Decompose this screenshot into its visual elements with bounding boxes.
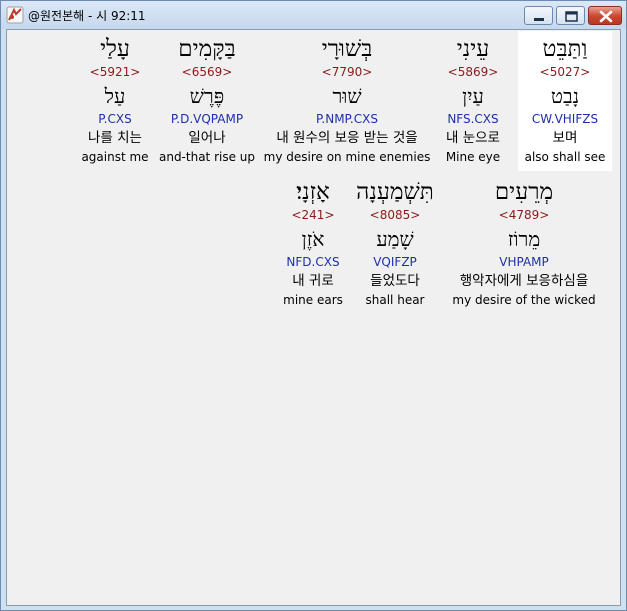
strong-number[interactable]: <7790>	[262, 65, 432, 79]
lemma-word: עַל	[104, 84, 126, 108]
hebrew-word: בְּשׁוּרָי	[321, 36, 373, 62]
maximize-button[interactable]	[556, 6, 585, 25]
lemma-word: נָבַט	[550, 84, 580, 108]
hebrew-word: תִּשְׁמַעְנָה	[356, 179, 434, 205]
word-column[interactable]: אָזְנָי׃ <241> אֹזֶן NFD.CXS 내 귀로 mine e…	[278, 173, 348, 313]
word-column[interactable]: עָלַי <5921> עַל P.CXS 나를 치는 against me	[79, 30, 151, 170]
word-column[interactable]: מְרֵעִים <4789> מֵרוֹז VHPAMP 행악자에게 보응하심…	[444, 173, 604, 313]
interlinear-view[interactable]: וַתַּבֵּט <5027> נָבַט CW.VHIFZS 보며 also…	[6, 29, 621, 606]
word-column[interactable]: עֵינִי <5869> עַיִן NFS.CXS 내 눈으로 Mine e…	[431, 30, 515, 170]
morphology-code[interactable]: P.NMP.CXS	[262, 112, 432, 126]
korean-gloss: 내 눈으로	[446, 130, 500, 146]
morphology-code[interactable]: NFD.CXS	[278, 255, 348, 269]
korean-gloss: 보며	[552, 130, 578, 146]
word-column[interactable]: בְּשׁוּרָי <7790> שׁוּר P.NMP.CXS 내 원수의 …	[262, 30, 432, 170]
app-icon	[6, 6, 24, 24]
english-gloss: against me	[81, 150, 149, 164]
strong-number[interactable]: <4789>	[444, 208, 604, 222]
korean-gloss: 행악자에게 보응하심을	[459, 273, 589, 289]
close-button[interactable]	[588, 6, 622, 25]
lemma-word: עַיִן	[462, 84, 484, 108]
morphology-code[interactable]: VHPAMP	[444, 255, 604, 269]
english-gloss: shall hear	[365, 293, 425, 307]
strong-number[interactable]: <5921>	[79, 65, 151, 79]
hebrew-word: וַתַּבֵּט	[542, 36, 588, 62]
english-gloss: mine ears	[283, 293, 343, 307]
app-window: @원전본해 - 시 92:11 וַתַּבֵּט <5027> נָבַט C…	[0, 0, 627, 611]
lemma-word: פֶּרֶשׁ	[189, 84, 225, 108]
strong-number[interactable]: <5869>	[431, 65, 515, 79]
korean-gloss: 내 원수의 보응 받는 것을	[276, 130, 418, 146]
english-gloss: and-that rise up	[158, 150, 256, 164]
english-gloss: Mine eye	[445, 150, 501, 164]
hebrew-word: בַּקָּמִים	[178, 36, 236, 62]
morphology-code[interactable]: VQIFZP	[350, 255, 440, 269]
morphology-code[interactable]: P.CXS	[79, 112, 151, 126]
english-gloss: my desire of the wicked	[452, 293, 596, 307]
word-column[interactable]: תִּשְׁמַעְנָה <8085> שָׁמַע VQIFZP 들었도다 …	[350, 173, 440, 313]
english-gloss: also shall see	[524, 150, 606, 164]
strong-number[interactable]: <8085>	[350, 208, 440, 222]
korean-gloss: 들었도다	[370, 273, 420, 289]
lemma-word: שָׁמַע	[376, 227, 414, 251]
lemma-word: שׁוּר	[332, 84, 362, 108]
hebrew-word: אָזְנָי׃	[296, 179, 330, 205]
window-title: @원전본해 - 시 92:11	[28, 9, 146, 23]
word-column[interactable]: וַתַּבֵּט <5027> נָבַט CW.VHIFZS 보며 also…	[518, 30, 612, 170]
hebrew-word: מְרֵעִים	[494, 179, 554, 205]
lemma-word: מֵרוֹז	[507, 227, 541, 251]
english-gloss: my desire on mine enemies	[263, 150, 431, 164]
hebrew-word: עֵינִי	[456, 36, 490, 62]
korean-gloss: 내 귀로	[292, 273, 334, 289]
title-bar[interactable]: @원전본해 - 시 92:11	[1, 1, 626, 29]
lemma-word: אֹזֶן	[301, 227, 325, 251]
strong-number[interactable]: <241>	[278, 208, 348, 222]
hebrew-word: עָלַי	[100, 36, 130, 62]
restore-icon	[565, 11, 578, 22]
morphology-code[interactable]: CW.VHIFZS	[518, 112, 612, 126]
minimize-button[interactable]	[524, 6, 553, 25]
morphology-code[interactable]: P.D.VQPAMP	[157, 112, 257, 126]
morphology-code[interactable]: NFS.CXS	[431, 112, 515, 126]
minimize-icon	[534, 18, 544, 21]
korean-gloss: 나를 치는	[88, 130, 142, 146]
close-icon	[599, 10, 613, 23]
strong-number[interactable]: <6569>	[157, 65, 257, 79]
korean-gloss: 일어나	[188, 130, 226, 146]
word-column[interactable]: בַּקָּמִים <6569> פֶּרֶשׁ P.D.VQPAMP 일어나…	[157, 30, 257, 170]
strong-number[interactable]: <5027>	[518, 65, 612, 79]
